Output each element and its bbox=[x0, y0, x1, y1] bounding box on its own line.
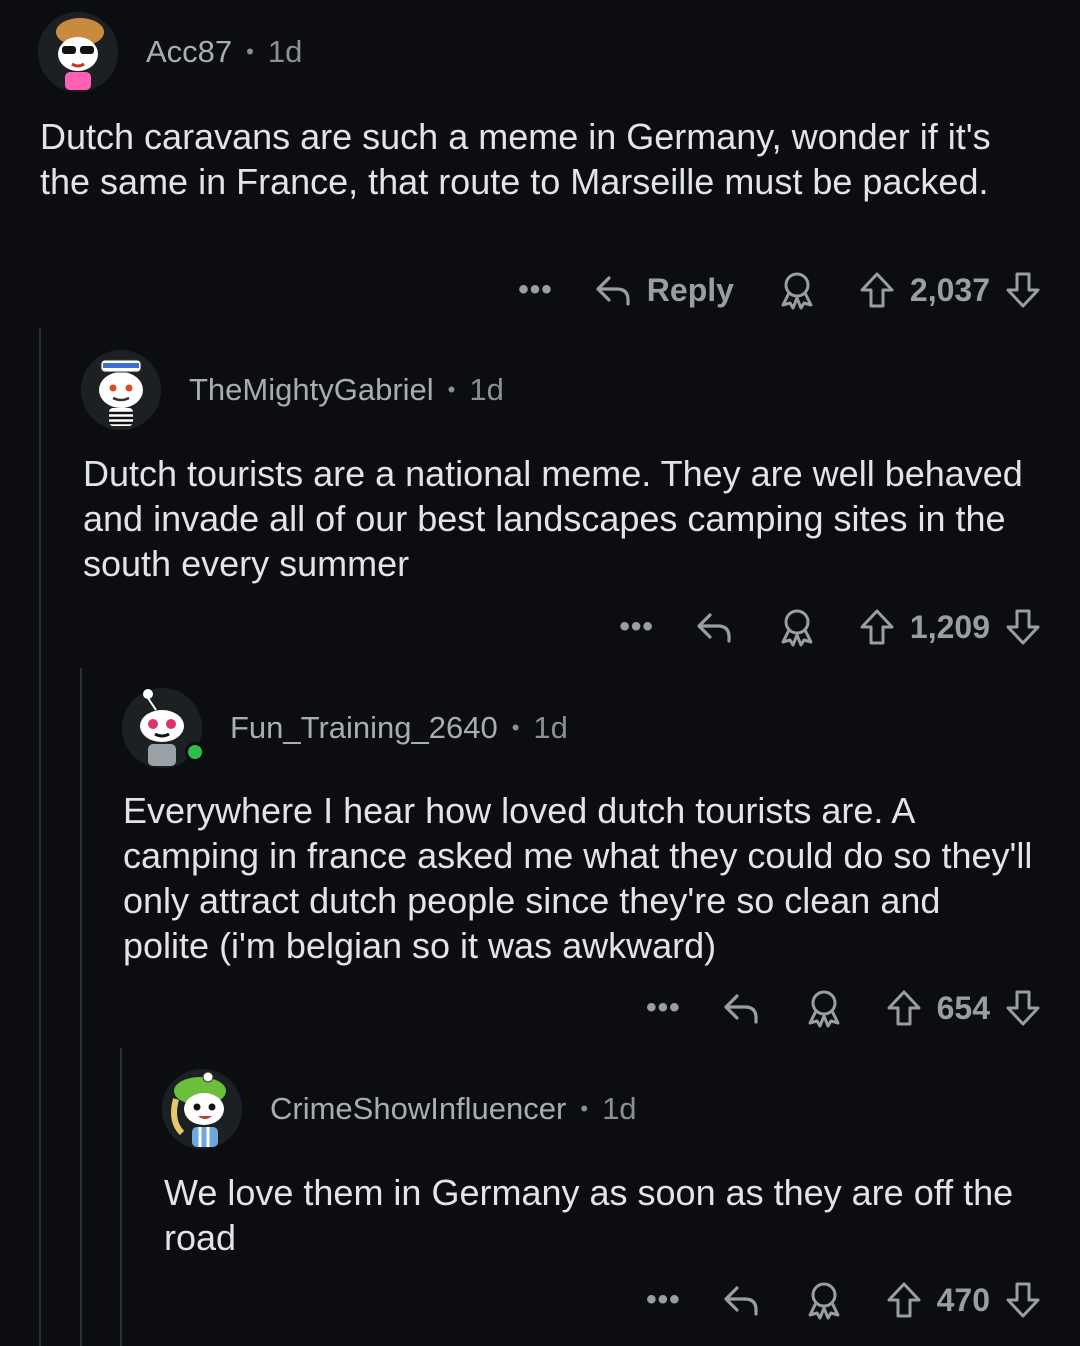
more-options-button[interactable]: ••• bbox=[518, 273, 553, 307]
award-icon bbox=[808, 1282, 840, 1320]
comment-age: 1d bbox=[469, 372, 504, 407]
award-button[interactable] bbox=[805, 988, 843, 1028]
comment-body: Dutch caravans are such a meme in German… bbox=[40, 116, 991, 202]
downvote-button[interactable] bbox=[1004, 607, 1042, 647]
upvote-arrow-icon bbox=[860, 609, 894, 645]
reply-arrow-icon bbox=[697, 613, 731, 643]
avatar[interactable] bbox=[162, 1069, 242, 1149]
upvote-arrow-icon bbox=[860, 272, 894, 308]
downvote-button[interactable] bbox=[1004, 988, 1042, 1028]
comment-body: We love them in Germany as soon as they … bbox=[164, 1172, 1014, 1258]
online-status-indicator bbox=[185, 742, 205, 762]
vote-score: 2,037 bbox=[909, 271, 990, 308]
downvote-arrow-icon bbox=[1006, 609, 1040, 645]
upvote-button[interactable] bbox=[858, 270, 896, 310]
comment-meta: TheMightyGabriel • 1d bbox=[189, 372, 504, 408]
reply-label: Reply bbox=[646, 271, 734, 308]
reply-button[interactable] bbox=[721, 1280, 761, 1320]
downvote-button[interactable] bbox=[1004, 270, 1042, 310]
comment-actions: ••• 1,209 bbox=[619, 603, 1042, 651]
comment-age: 1d bbox=[267, 34, 303, 69]
award-icon bbox=[808, 990, 840, 1028]
reply-arrow-icon bbox=[724, 994, 758, 1024]
reply-button[interactable] bbox=[694, 607, 734, 647]
downvote-arrow-icon bbox=[1006, 1282, 1040, 1318]
more-options-button[interactable]: ••• bbox=[646, 1283, 681, 1317]
award-button[interactable] bbox=[778, 270, 816, 310]
downvote-button[interactable] bbox=[1004, 1280, 1042, 1320]
downvote-arrow-icon bbox=[1006, 990, 1040, 1026]
upvote-button[interactable] bbox=[885, 1280, 923, 1320]
award-icon bbox=[781, 272, 813, 310]
vote-score: 1,209 bbox=[909, 608, 990, 645]
reply-arrow-icon bbox=[724, 1286, 758, 1316]
comment-age: 1d bbox=[602, 1091, 637, 1126]
meta-separator: • bbox=[580, 1096, 589, 1121]
vote-score: 470 bbox=[936, 1281, 990, 1318]
downvote-arrow-icon bbox=[1006, 272, 1040, 308]
comment-header: CrimeShowInfluencer • 1d bbox=[162, 1067, 637, 1151]
award-button[interactable] bbox=[805, 1280, 843, 1320]
comment-header: TheMightyGabriel • 1d bbox=[81, 348, 504, 432]
comment-actions: ••• 470 bbox=[646, 1276, 1042, 1324]
upvote-arrow-icon bbox=[887, 990, 921, 1026]
comment-age: 1d bbox=[533, 710, 568, 745]
more-options-button[interactable]: ••• bbox=[646, 991, 681, 1025]
reply-button[interactable]: Reply bbox=[593, 270, 734, 310]
more-options-button[interactable]: ••• bbox=[619, 610, 654, 644]
username[interactable]: TheMightyGabriel bbox=[189, 372, 434, 408]
upvote-arrow-icon bbox=[887, 1282, 921, 1318]
upvote-button[interactable] bbox=[858, 607, 896, 647]
thread-line-level-2 bbox=[80, 668, 82, 1346]
avatar[interactable] bbox=[122, 688, 205, 768]
comment-actions: ••• 654 bbox=[646, 984, 1042, 1032]
meta-separator: • bbox=[511, 715, 520, 740]
username[interactable]: Fun_Training_2640 bbox=[230, 710, 498, 746]
comment-meta: CrimeShowInfluencer • 1d bbox=[270, 1091, 637, 1127]
award-icon bbox=[781, 609, 813, 647]
comment-body: Dutch tourists are a national meme. They… bbox=[83, 453, 1023, 584]
avatar[interactable] bbox=[38, 12, 118, 92]
thread-line-level-3 bbox=[120, 1048, 122, 1346]
meta-separator: • bbox=[246, 39, 254, 64]
comment-meta: Fun_Training_2640 • 1d bbox=[230, 710, 568, 746]
avatar[interactable] bbox=[81, 350, 161, 430]
reply-arrow-icon bbox=[596, 276, 630, 306]
username[interactable]: Acc87 bbox=[146, 34, 232, 70]
vote-score: 654 bbox=[936, 989, 990, 1026]
username[interactable]: CrimeShowInfluencer bbox=[270, 1091, 566, 1127]
award-button[interactable] bbox=[778, 607, 816, 647]
reply-button[interactable] bbox=[721, 988, 761, 1028]
comment-meta: Acc87 • 1d bbox=[146, 34, 302, 70]
comment-header: Fun_Training_2640 • 1d bbox=[122, 686, 568, 770]
comment-body: Everywhere I hear how loved dutch touris… bbox=[123, 790, 1033, 966]
thread-line-level-1 bbox=[39, 328, 41, 1346]
comment-actions: ••• Reply 2,037 bbox=[518, 266, 1042, 314]
meta-separator: • bbox=[447, 377, 456, 402]
comment-header: Acc87 • 1d bbox=[38, 10, 302, 94]
upvote-button[interactable] bbox=[885, 988, 923, 1028]
